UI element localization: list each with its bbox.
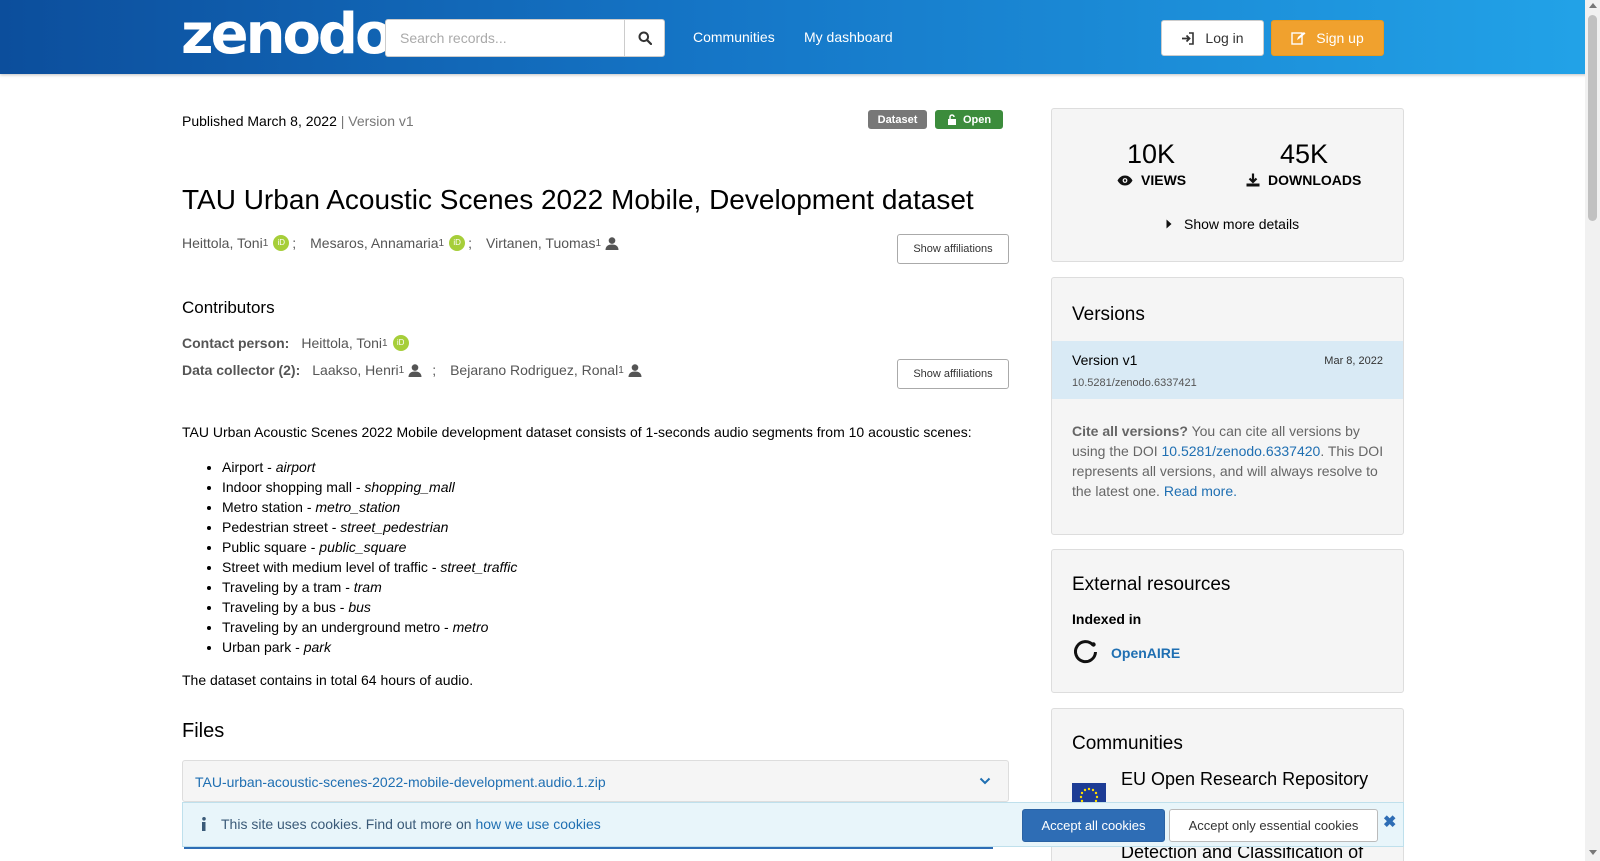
nav-my-dashboard[interactable]: My dashboard [804,29,893,45]
scrollbar-thumb[interactable] [1588,15,1597,221]
indexed-in-label: Indexed in [1072,611,1142,627]
list-item: Public square - public_square [222,537,517,557]
search-input[interactable] [385,19,625,57]
contributor-name[interactable]: Bejarano Rodriguez, Ronal [450,362,618,378]
search-button[interactable] [624,19,665,57]
scroll-up-icon[interactable] [1589,3,1597,8]
communities-heading: Communities [1072,733,1183,754]
list-item: Traveling by an underground metro - metr… [222,617,517,637]
publication-info: Published March 8, 2022 | Version v1 [182,113,414,129]
contact-person-row: Contact person: Heittola, Toni 1 iD [182,335,409,351]
read-more-link[interactable]: Read more. [1164,483,1237,499]
scene-list: Airport - airport Indoor shopping mall -… [222,457,517,657]
version-label: Version v1 [348,113,414,129]
show-more-details-toggle[interactable]: Show more details [1166,216,1299,232]
creators-list: Heittola, Toni 1 iD; Mesaros, Annamaria 1 iD… [182,235,619,251]
version-doi: 10.5281/zenodo.6337421 [1072,377,1197,389]
version-name[interactable]: Version v1 [1072,352,1137,368]
list-item: Indoor shopping mall - shopping_mall [222,477,517,497]
cookie-message: This site uses cookies. Find out more on… [201,816,601,832]
login-button[interactable]: Log in [1161,20,1264,56]
sign-in-icon [1182,31,1195,45]
views-label: VIEWS [1117,172,1186,188]
orcid-icon[interactable]: iD [392,335,409,351]
nav-communities[interactable]: Communities [693,29,775,45]
resource-type-badge: Dataset [868,110,927,129]
show-affiliations-button[interactable]: Show affiliations [897,359,1009,389]
signup-button[interactable]: Sign up [1271,20,1384,56]
contact-label: Contact person: [182,335,290,351]
cookie-policy-link[interactable]: how we use cookies [475,816,600,832]
list-item: Street with medium level of traffic - st… [222,557,517,577]
views-count: 10K [1127,139,1176,169]
record-title: TAU Urban Acoustic Scenes 2022 Mobile, D… [182,184,974,215]
list-item: Traveling by a tram - tram [222,577,517,597]
concept-doi-link[interactable]: 10.5281/zenodo.6337420 [1162,443,1321,459]
access-badge: Open [935,110,1003,129]
info-icon [202,817,206,831]
list-item: Pedestrian street - street_pedestrian [222,517,517,537]
caret-right-icon [1166,219,1172,229]
cite-all-versions-text: Cite all versions? You can cite all vers… [1072,423,1384,499]
orcid-icon[interactable]: iD [273,235,290,251]
published-date: Published March 8, 2022 [182,113,337,129]
openaire-logo-icon [1074,640,1097,664]
external-resources-heading: External resources [1072,574,1231,595]
chevron-down-icon[interactable] [979,776,991,786]
openaire-link[interactable]: OpenAIRE [1072,639,1180,666]
files-heading: Files [182,720,225,742]
eye-icon [1117,175,1133,185]
signup-label: Sign up [1316,30,1364,46]
download-icon [1246,173,1260,187]
divider [184,847,993,849]
external-resources-panel: External resources Indexed in OpenAIRE [1051,549,1404,693]
downloads-count: 45K [1280,139,1329,169]
zenodo-logo[interactable]: zenodo [181,7,393,63]
downloads-label: DOWNLOADS [1246,172,1361,188]
person-icon [605,236,619,250]
file-link[interactable]: TAU-urban-acoustic-scenes-2022-mobile-de… [195,774,606,790]
collector-label: Data collector (2): [182,362,301,378]
top-navbar: zenodo Communities My dashboard Log in S… [0,0,1600,74]
orcid-icon[interactable]: iD [449,235,466,251]
list-item: Urban park - park [222,637,517,657]
search-icon [638,31,652,45]
stats-panel: 10K VIEWS 45K DOWNLOADS Show more detail… [1051,108,1404,262]
versions-heading: Versions [1072,304,1145,325]
unlock-icon [947,114,956,125]
accept-essential-cookies-button[interactable]: Accept only essential cookies [1169,809,1378,842]
contributors-heading: Contributors [182,298,275,317]
scrollbar[interactable] [1585,0,1600,861]
creator-name[interactable]: Heittola, Toni [182,235,263,251]
file-accordion[interactable]: TAU-urban-acoustic-scenes-2022-mobile-de… [182,760,1009,802]
login-label: Log in [1205,30,1244,46]
contributor-name[interactable]: Heittola, Toni [301,335,382,351]
data-collector-row: Data collector (2): Laakso, Henri 1 ; Bej… [182,362,642,378]
version-item[interactable]: Version v1 Mar 8, 2022 10.5281/zenodo.63… [1052,341,1403,399]
creator-name[interactable]: Mesaros, Annamaria [310,235,438,251]
list-item: Airport - airport [222,457,517,477]
total-audio-text: The dataset contains in total 64 hours o… [182,672,474,688]
person-icon [628,363,642,377]
close-icon[interactable]: ✖ [1383,812,1396,832]
version-date: Mar 8, 2022 [1324,355,1383,367]
versions-panel: Versions Version v1 Mar 8, 2022 10.5281/… [1051,277,1404,535]
cookie-banner: This site uses cookies. Find out more on… [182,802,1404,847]
description-text: TAU Urban Acoustic Scenes 2022 Mobile de… [182,424,972,440]
community-link[interactable]: EU Open Research Repository [1121,769,1368,790]
creator-name[interactable]: Virtanen, Tuomas [486,235,595,251]
accept-all-cookies-button[interactable]: Accept all cookies [1022,809,1165,842]
list-item: Traveling by a bus - bus [222,597,517,617]
contributor-name[interactable]: Laakso, Henri [312,362,398,378]
scroll-down-icon[interactable] [1589,850,1597,855]
edit-icon [1291,32,1306,45]
list-item: Metro station - metro_station [222,497,517,517]
show-affiliations-button[interactable]: Show affiliations [897,234,1009,264]
person-icon [408,363,422,377]
